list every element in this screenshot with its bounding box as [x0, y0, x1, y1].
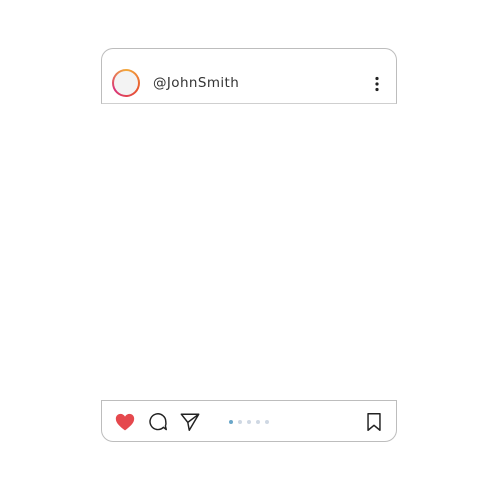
carousel-dot[interactable]: [265, 420, 269, 424]
username[interactable]: @JohnSmith: [153, 75, 239, 91]
avatar[interactable]: [112, 69, 140, 97]
send-icon: [180, 413, 200, 431]
comment-button[interactable]: [147, 411, 169, 433]
heart-icon: [115, 413, 135, 431]
comment-icon: [149, 413, 167, 431]
carousel-indicator: [229, 420, 269, 426]
carousel-dot[interactable]: [247, 420, 251, 424]
post-header: @JohnSmith: [101, 48, 397, 104]
more-options-button[interactable]: [371, 75, 383, 93]
share-button[interactable]: [179, 411, 201, 433]
carousel-dot[interactable]: [229, 420, 233, 424]
carousel-dot[interactable]: [256, 420, 260, 424]
bookmark-icon: [367, 413, 381, 431]
post-card: @JohnSmith: [0, 0, 500, 500]
save-button[interactable]: [363, 411, 385, 433]
like-button[interactable]: [114, 411, 136, 433]
carousel-dot[interactable]: [238, 420, 242, 424]
post-actions-bar: [101, 400, 397, 442]
more-vertical-icon: [375, 76, 379, 92]
